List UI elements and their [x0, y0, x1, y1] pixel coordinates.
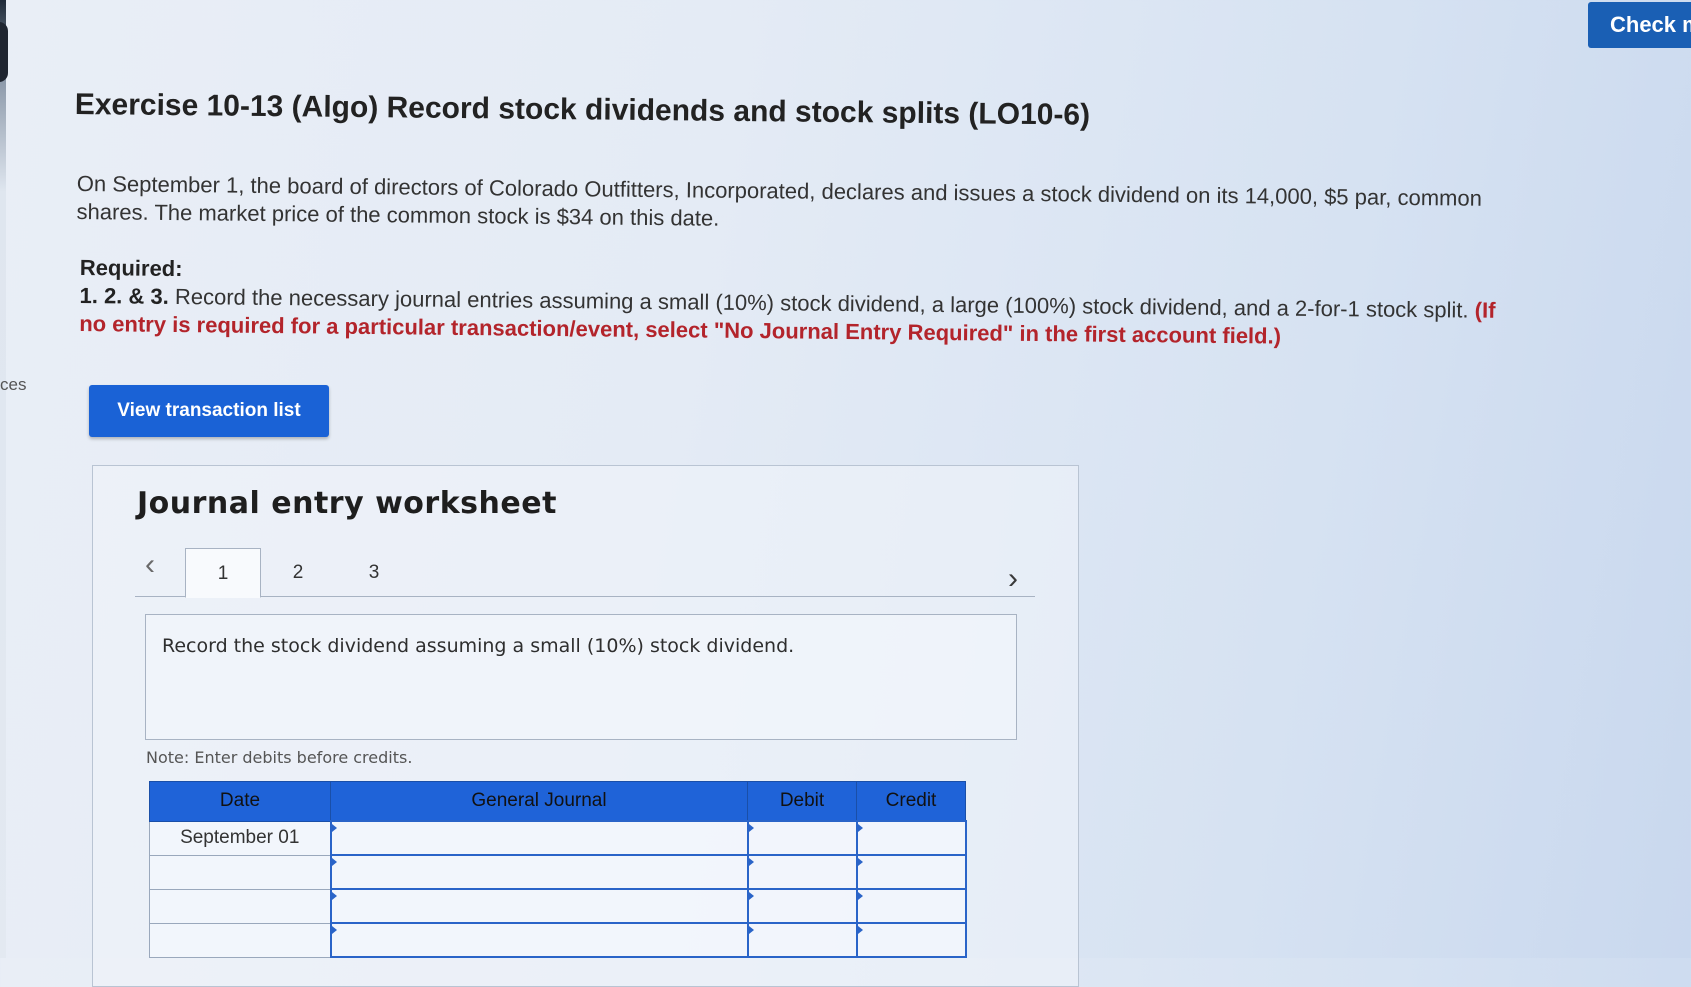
journal-entry-worksheet: Journal entry worksheet ‹ 1 2 3 › Record…	[92, 465, 1079, 987]
sidebar-handle[interactable]	[0, 22, 8, 82]
table-header-row: Date General Journal Debit Credit	[149, 781, 966, 822]
required-number: 1. 2. & 3.	[79, 282, 169, 309]
debit-input[interactable]	[746, 820, 858, 856]
table-row	[149, 888, 967, 924]
date-cell	[149, 922, 331, 958]
debit-input[interactable]	[746, 888, 858, 924]
entry-note: Note: Enter debits before credits.	[146, 748, 413, 767]
worksheet-tabs: ‹ 1 2 3 ›	[135, 538, 1035, 598]
check-my-work-button[interactable]: Check m	[1588, 2, 1691, 48]
date-cell	[149, 854, 331, 890]
account-input[interactable]	[329, 820, 749, 856]
journal-table: Date General Journal Debit Credit Septem…	[149, 781, 967, 958]
account-input[interactable]	[329, 888, 749, 924]
credit-input[interactable]	[855, 820, 967, 856]
sidebar-partial-label[interactable]: ces	[0, 375, 26, 395]
debit-input[interactable]	[746, 922, 858, 958]
column-header-date: Date	[149, 781, 331, 822]
table-row	[149, 922, 967, 958]
worksheet-title: Journal entry worksheet	[137, 486, 557, 521]
column-header-debit: Debit	[747, 781, 857, 822]
column-header-general-journal: General Journal	[330, 781, 748, 822]
date-cell: September 01	[149, 820, 331, 856]
credit-input[interactable]	[855, 922, 967, 958]
account-input[interactable]	[329, 854, 749, 890]
left-window-edge	[0, 0, 6, 958]
table-row	[149, 854, 967, 890]
chevron-left-icon[interactable]: ‹	[135, 550, 165, 580]
debit-input[interactable]	[746, 854, 858, 890]
page-title: Exercise 10-13 (Algo) Record stock divid…	[74, 88, 1091, 132]
transaction-prompt-box: Record the stock dividend assuming a sma…	[145, 614, 1017, 740]
date-cell	[149, 888, 331, 924]
credit-input[interactable]	[855, 854, 967, 890]
credit-input[interactable]	[855, 888, 967, 924]
tab-3[interactable]: 3	[337, 548, 411, 596]
tab-1[interactable]: 1	[185, 548, 261, 598]
view-transaction-list-button[interactable]: View transaction list	[89, 385, 329, 437]
transaction-prompt: Record the stock dividend assuming a sma…	[162, 635, 795, 657]
chevron-right-icon[interactable]: ›	[998, 564, 1028, 594]
column-header-credit: Credit	[856, 781, 966, 822]
tab-2[interactable]: 2	[261, 548, 335, 596]
table-row: September 01	[149, 820, 967, 856]
required-section: Required: 1. 2. & 3. Record the necessar…	[79, 254, 1500, 353]
account-input[interactable]	[329, 922, 749, 958]
problem-intro: On September 1, the board of directors o…	[76, 170, 1483, 231]
